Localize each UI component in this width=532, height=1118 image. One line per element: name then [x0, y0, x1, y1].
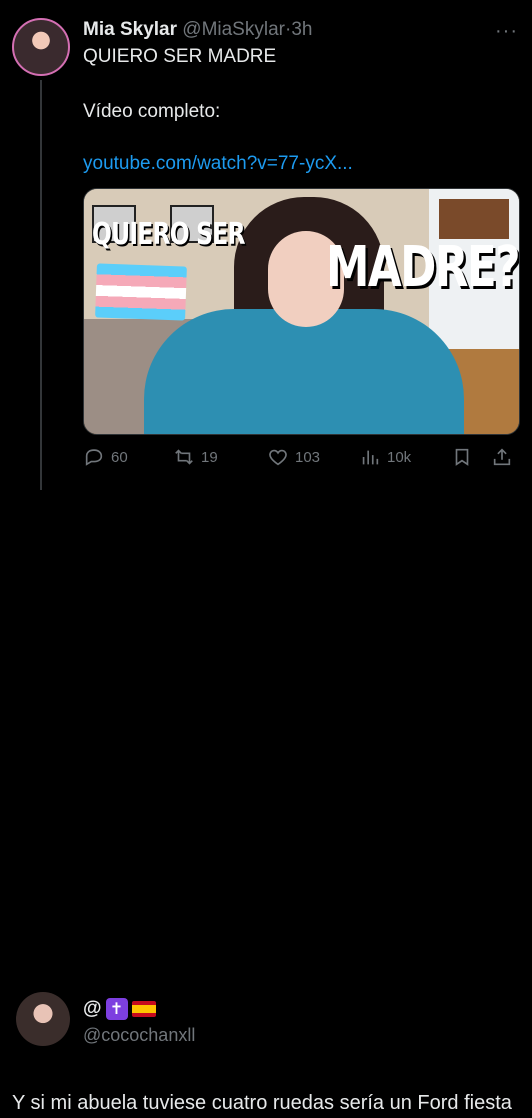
- like-icon: [269, 449, 287, 466]
- author-name[interactable]: Mia Skylar: [83, 19, 177, 40]
- timestamp[interactable]: 3h: [291, 19, 312, 40]
- share-button[interactable]: [491, 446, 519, 468]
- retweet-icon: [175, 449, 193, 465]
- thread-line: [40, 80, 42, 490]
- media-thumbnail[interactable]: QUIERO SER MADRE?: [83, 188, 520, 435]
- reply-author-handle[interactable]: @cocochanxll: [83, 1025, 195, 1046]
- media-title-large: MADRE?: [326, 235, 519, 300]
- avatar[interactable]: [12, 18, 70, 76]
- like-button[interactable]: 103: [267, 446, 320, 468]
- views-button[interactable]: 10k: [359, 446, 411, 468]
- spain-flag-icon: [131, 1001, 156, 1017]
- retweet-button[interactable]: 19: [173, 446, 218, 468]
- reply-button[interactable]: 60: [83, 446, 128, 468]
- tweet-text-line1: QUIERO SER MADRE: [83, 46, 277, 67]
- retweet-count: 19: [201, 448, 218, 466]
- reply-icon: [85, 449, 103, 466]
- trans-flag: [95, 263, 187, 321]
- media-person-body: [144, 309, 464, 434]
- like-count: 103: [295, 448, 321, 466]
- media-shelf: [439, 199, 509, 239]
- reply-count: 60: [111, 448, 128, 466]
- views-icon: [362, 450, 379, 465]
- views-count: 10k: [387, 448, 412, 466]
- more-icon[interactable]: ···: [495, 20, 518, 43]
- reply-name-prefix: @: [83, 998, 102, 1019]
- author-handle[interactable]: @MiaSkylar: [182, 19, 285, 40]
- tweet-link[interactable]: youtube.com/watch?v=77-ycX...: [83, 153, 353, 175]
- media-title-small: QUIERO SER: [92, 217, 245, 252]
- tweet-text-line2: Vídeo completo:: [83, 101, 221, 122]
- reply-author-name[interactable]: @ ✝: [83, 998, 156, 1020]
- share-icon: [493, 448, 511, 466]
- bookmark-icon: [455, 448, 469, 466]
- tweet-header: Mia Skylar @MiaSkylar·3h: [83, 19, 312, 41]
- bookmark-button[interactable]: [451, 446, 479, 468]
- reply-avatar[interactable]: [16, 992, 70, 1046]
- cross-icon: ✝: [105, 998, 128, 1020]
- reply-text: Y si mi abuela tuviese cuatro ruedas ser…: [12, 1092, 512, 1114]
- action-bar: 60 19 103 10k: [83, 446, 520, 472]
